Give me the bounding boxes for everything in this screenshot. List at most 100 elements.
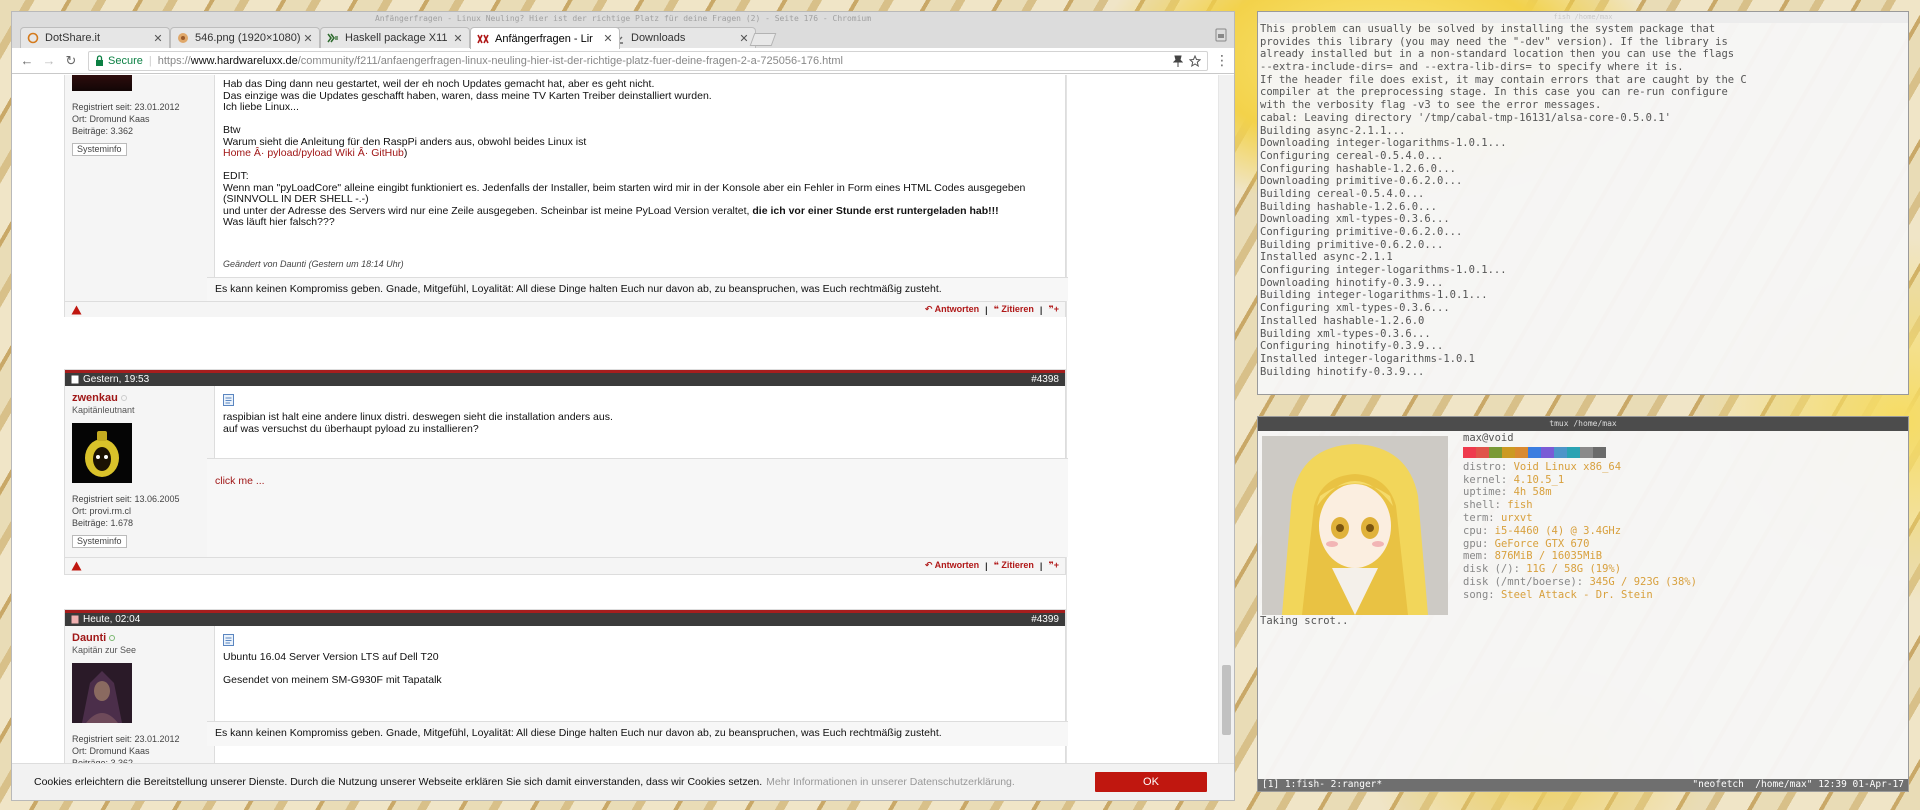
tab-image[interactable]: 546.png (1920×1080) ✕ [170,27,320,48]
reply-button[interactable]: ↶ Antworten [925,304,979,315]
address-bar[interactable]: Secure | https://www.hardwareluxx.de/com… [88,50,1208,71]
neofetch-value: 876MiB / 16035MiB [1494,550,1603,563]
terminal-title: fish /home/max [1258,12,1908,23]
online-status-icon [109,635,116,641]
post-number[interactable]: #4398 [1031,374,1059,385]
cookie-more-link[interactable]: Mehr Informationen in unserer Datenschut… [766,776,1015,788]
terminal-line: --extra-include-dirs= and --extra-lib-di… [1260,61,1684,74]
palette-swatch [1528,446,1541,458]
terminal-line: Installed hashable-1.2.6.0 [1260,314,1425,327]
neofetch-row: shell: fish [1463,499,1697,512]
neofetch-fields: distro: Void Linux x86_64 kernel: 4.10.5_… [1463,461,1697,602]
tab-forum[interactable]: Anfängerfragen - Lir ✕ [470,27,620,49]
close-icon[interactable]: ✕ [603,32,613,45]
report-warning-icon[interactable] [71,561,82,571]
action-separator: | [985,304,988,315]
message-line: Hab das Ding dann neu gestartet, weil de… [223,78,655,90]
neofetch-row: disk (/mnt/boerse): 345G / 923G (38%) [1463,576,1697,589]
tmux-windows[interactable]: [1] 1:fish- 2:ranger* [1262,779,1382,791]
terminal-line: cabal: Leaving directory '/tmp/cabal-tmp… [1260,111,1671,124]
tab-downloads[interactable]: Downloads ✕ [606,27,756,48]
username[interactable]: zwenkau [72,392,207,404]
close-icon[interactable]: ✕ [303,32,313,45]
reply-button[interactable]: ↶ Antworten [925,560,979,571]
quote-button[interactable]: ❝ Zitieren [994,560,1034,571]
post-footer: ↶ Antworten | ❝ Zitieren | ❞+ [65,557,1065,573]
page-scrollbar[interactable] [1218,75,1234,800]
browser-toolbar: ← → ↻ Secure | https://www.hardwareluxx.… [12,48,1234,74]
sysinfo-button[interactable]: Systeminfo [72,535,127,548]
post-signature: click me ... [207,458,1073,557]
quote-button[interactable]: ❝ Zitieren [994,304,1034,315]
forward-button[interactable]: → [38,50,60,72]
scrot-message: Taking scrot.. [1260,615,1349,627]
reload-button[interactable]: ↻ [60,50,82,72]
neofetch-value: Void Linux x86_64 [1513,460,1622,473]
terminal-tmux[interactable]: tmux /home/max max@void distro: Void Lin… [1258,417,1908,791]
user-profile-icon[interactable] [1214,28,1228,42]
post-document-icon [223,634,1057,646]
tab-haskell[interactable]: Haskell package X11 ✕ [320,27,470,48]
neofetch-key: song: [1463,588,1495,601]
post-date: Heute, 02:04 [83,614,141,625]
terminal-line: provides this library (you may need the … [1260,35,1728,48]
palette-swatch [1489,446,1502,458]
cookie-ok-button[interactable]: OK [1095,772,1207,792]
message-line: Btw [223,124,241,136]
tab-dotshare[interactable]: DotShare.it ✕ [20,27,170,48]
web-page: Registriert seit: 23.01.2012 Ort: Dromun… [12,75,1234,800]
pin-icon[interactable] [1173,55,1183,67]
cookie-banner: Cookies erleichtern die Bereitstellung u… [12,763,1234,800]
neofetch-value: urxvt [1500,511,1533,524]
multiquote-icon[interactable]: ❞+ [1048,304,1059,315]
user-rank: Kapitän zur See [72,645,137,655]
sysinfo-button[interactable]: Systeminfo [72,143,127,156]
browser-window: Anfänger­fragen - Linux Neuling? Hier is… [12,12,1234,800]
github-wiki-link[interactable]: Home Â· pyload/pyload Wiki Â· GitHub [223,147,404,159]
neofetch-key: shell: [1463,499,1501,512]
new-tab-button[interactable] [749,33,777,46]
neofetch-key: disk (/mnt/boerse): [1463,575,1584,588]
user-post-count: Beiträge: 3.362 [72,126,134,136]
terminal-line: Downloading integer-logarithms-1.0.1... [1260,137,1507,150]
bookmark-star-icon[interactable] [1189,54,1201,67]
registered-date: Registriert seit: 23.01.2012 [72,102,180,112]
report-warning-icon[interactable] [71,305,82,315]
post-header: Heute, 02:04 #4399 [65,610,1065,626]
message-bold-text: die ich vor einer Stunde erst runtergela… [752,204,999,217]
post-number[interactable]: #4399 [1031,614,1059,625]
terminal-fish[interactable]: fish /home/max This problem can usually … [1258,12,1908,394]
terminal-output: This problem can usually be solved by in… [1258,23,1908,378]
terminal-line: Building async-2.1.1... [1260,124,1406,137]
neofetch-value: 4.10.5_1 [1513,473,1565,486]
terminal-line: Installed async-2.1.1 [1260,251,1393,264]
multiquote-icon[interactable]: ❞+ [1048,560,1059,571]
neofetch-key: kernel: [1463,473,1508,486]
neofetch-row: uptime: 4h 58m [1463,486,1697,499]
scroll-thumb[interactable] [1222,665,1231,735]
terminal-line: Downloading hinotify-0.3.9... [1260,276,1444,289]
tab-label: Haskell package X11 [345,32,448,44]
message-line: und unter der Adresse des Servers wird n… [223,204,1043,218]
close-icon[interactable]: ✕ [739,32,749,45]
back-button[interactable]: ← [16,50,38,72]
message-text: und unter der Adresse des Servers wird n… [223,204,753,217]
menu-icon[interactable]: ⋮ [1214,52,1230,69]
close-icon[interactable]: ✕ [153,32,163,45]
neofetch-row: gpu: GeForce GTX 670 [1463,538,1697,551]
secure-label: Secure [108,54,143,67]
neofetch-row: cpu: i5-4460 (4) @ 3.4GHz [1463,525,1697,538]
terminal-line: Configuring integer-logarithms-1.0.1... [1260,264,1507,277]
post-date-icon [71,615,79,624]
post-document-icon [223,394,1057,406]
quote-label: Zitieren [1001,304,1034,314]
action-separator: | [1039,304,1043,315]
signature-link[interactable]: click me ... [215,475,265,487]
neofetch-info: max@void distro: Void Linux x86_64 kernel… [1463,432,1697,602]
close-icon[interactable]: ✕ [453,32,463,45]
username[interactable]: Daunti [72,632,207,644]
post-date-icon [71,375,79,384]
terminal-line: Configuring cereal-0.5.4.0... [1260,149,1444,162]
url-host: www.hardwareluxx.de [190,54,298,67]
tmux-status-right: "neofetch /home/max" 12:39 01-Apr-17 [1692,779,1904,790]
